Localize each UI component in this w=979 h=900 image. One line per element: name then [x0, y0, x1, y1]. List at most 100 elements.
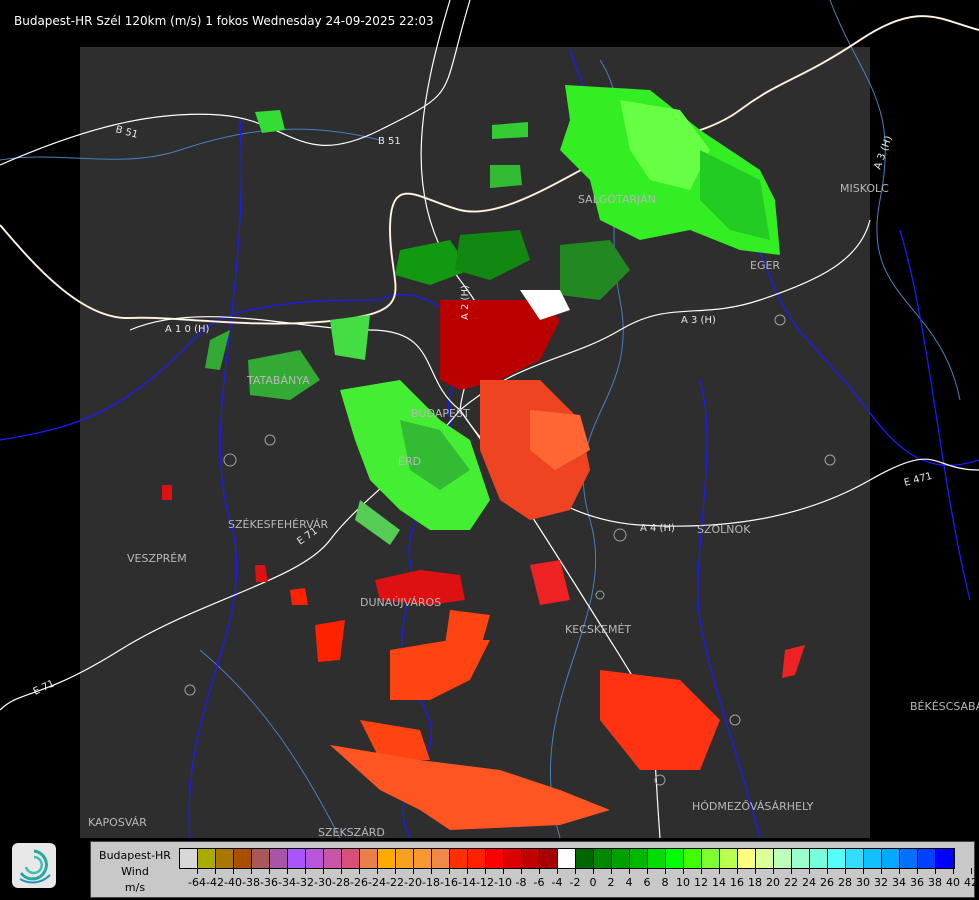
road-label-a2: A 2 (H) [460, 285, 471, 320]
legend-swatch [702, 849, 720, 868]
legend-tick [809, 868, 810, 874]
legend-tick-label: -20 [404, 876, 422, 889]
legend-tick-label: -22 [386, 876, 404, 889]
city-label-bekescsaba: BÉKÉSCSABA [910, 700, 979, 713]
legend-tick-label: -10 [494, 876, 512, 889]
legend-tick [629, 868, 630, 874]
legend-tick [305, 868, 306, 874]
legend-tick-label: -38 [242, 876, 260, 889]
legend-tick-label: 10 [676, 876, 690, 889]
radar-map: TATABÁNYA BUDAPEST ÉRD SZÉKESFEHÉRVÁR VE… [0, 0, 979, 839]
legend-swatch [774, 849, 792, 868]
city-label-eger: EGER [750, 259, 780, 272]
city-label-szekszard: SZEKSZÁRD [318, 826, 385, 839]
legend-tick-label: 42 [964, 876, 978, 889]
legend-color-scale [179, 848, 955, 869]
city-label-hodmezovasarhely: HÓDMEZŐVÁSÁRHELY [692, 799, 814, 813]
legend-swatch [396, 849, 414, 868]
legend-tick-label: 2 [607, 876, 615, 889]
city-label-veszprem: VESZPRÉM [127, 552, 187, 565]
legend-swatch [180, 849, 198, 868]
legend-swatch [558, 849, 576, 868]
legend-tick [701, 868, 702, 874]
legend-swatch [810, 849, 828, 868]
legend-tick [233, 868, 234, 874]
legend-swatch [936, 849, 954, 868]
legend-swatch [684, 849, 702, 868]
legend-tick-label: -30 [314, 876, 332, 889]
legend-tick [521, 868, 522, 874]
legend-tick-label: 28 [838, 876, 852, 889]
legend-tick-label: -18 [422, 876, 440, 889]
legend-tick [953, 868, 954, 874]
legend-tick [917, 868, 918, 874]
legend-tick [215, 868, 216, 874]
legend-swatch [234, 849, 252, 868]
legend-tick [431, 868, 432, 874]
road-label-a3-north: A 3 (H) [872, 134, 894, 171]
legend-tick [863, 868, 864, 874]
legend-tick-label: -16 [440, 876, 458, 889]
legend-tick-label: 14 [712, 876, 726, 889]
legend-swatch [486, 849, 504, 868]
legend-swatch [864, 849, 882, 868]
road-label-e71-sw: E 71 [32, 678, 57, 697]
legend-swatch [468, 849, 486, 868]
legend-swatch [288, 849, 306, 868]
legend-tick [359, 868, 360, 874]
legend-tick [593, 868, 594, 874]
legend-tick [377, 868, 378, 874]
legend-tick [323, 868, 324, 874]
legend-tick-label: -28 [332, 876, 350, 889]
swirl-logo-icon [12, 843, 56, 888]
legend-tick-label: -12 [476, 876, 494, 889]
legend-swatch [630, 849, 648, 868]
legend-tick-label: 4 [625, 876, 633, 889]
legend-tick-label: -24 [368, 876, 386, 889]
legend-swatch [306, 849, 324, 868]
road-label-a10: A 1 0 (H) [165, 324, 210, 335]
legend-swatch [918, 849, 936, 868]
legend-tick [251, 868, 252, 874]
legend-swatch [612, 849, 630, 868]
legend-unit: m/s [124, 881, 146, 894]
legend-swatch [738, 849, 756, 868]
legend-tick [449, 868, 450, 874]
legend-swatch [666, 849, 684, 868]
legend-tick-label: 36 [910, 876, 924, 889]
road-label-a3: A 3 (H) [681, 315, 716, 326]
legend-swatch [756, 849, 774, 868]
legend-tick-label: -42 [206, 876, 224, 889]
legend-swatch [378, 849, 396, 868]
legend-tick [539, 868, 540, 874]
legend-swatch [432, 849, 450, 868]
legend-swatch [882, 849, 900, 868]
road-label-e471: E 471 [903, 471, 933, 489]
legend-tick-label: -14 [458, 876, 476, 889]
city-label-erd: ÉRD [398, 455, 421, 468]
legend-tick-label: -2 [569, 876, 581, 889]
legend-swatch [270, 849, 288, 868]
legend-swatch [540, 849, 558, 868]
legend-swatch [900, 849, 918, 868]
legend-tick-label: 30 [856, 876, 870, 889]
legend-tick [899, 868, 900, 874]
legend-tick [683, 868, 684, 874]
legend-swatch [216, 849, 234, 868]
legend-tick [881, 868, 882, 874]
legend-tick [755, 868, 756, 874]
legend-tick [647, 868, 648, 874]
legend-tick [575, 868, 576, 874]
legend-tick-label: 22 [784, 876, 798, 889]
legend-tick-label: 16 [730, 876, 744, 889]
legend-swatch [342, 849, 360, 868]
legend-tick [737, 868, 738, 874]
legend-tick-label: 0 [589, 876, 597, 889]
legend-swatch [504, 849, 522, 868]
legend-tick [827, 868, 828, 874]
legend-quantity: Wind [121, 865, 149, 878]
legend-tick [467, 868, 468, 874]
legend-swatch [576, 849, 594, 868]
wind-legend: Budapest-HR Wind m/s -64 -42 -40 -38 -36 -34-… [90, 841, 978, 898]
legend-tick-label: 8 [661, 876, 669, 889]
